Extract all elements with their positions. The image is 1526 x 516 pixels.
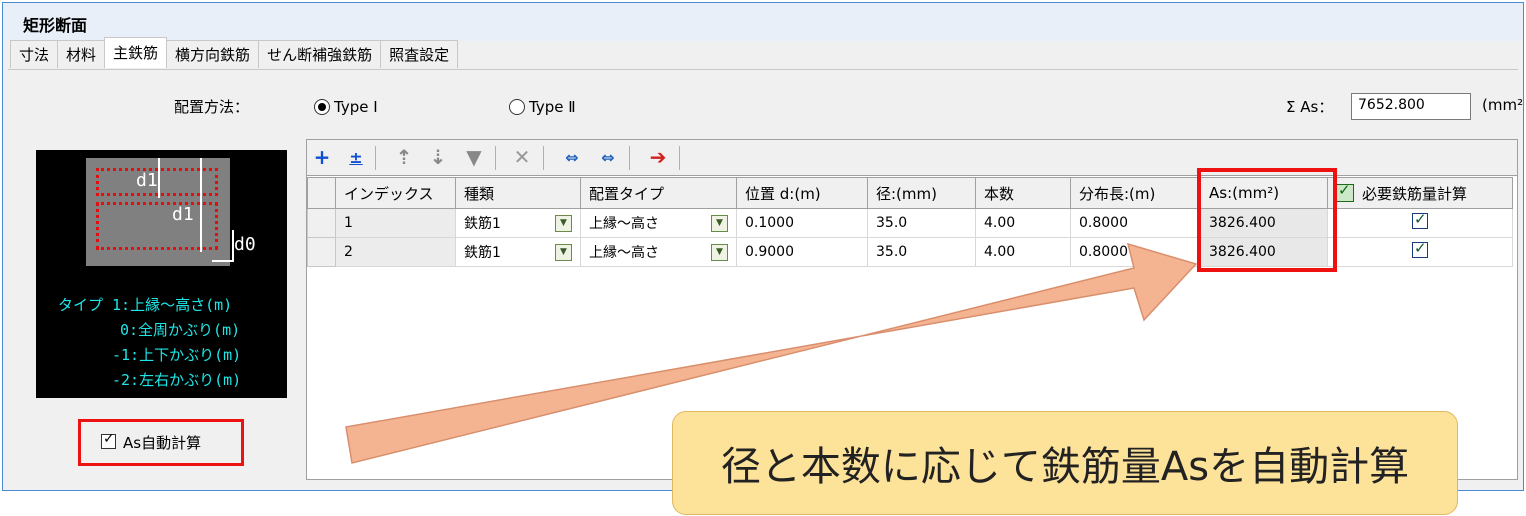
callout-text: 径と本数に応じて鉄筋量Asを自動計算	[720, 444, 1410, 490]
tab-main-rebar[interactable]: 主鉄筋	[104, 37, 168, 68]
annotation-callout: 径と本数に応じて鉄筋量Asを自動計算	[672, 411, 1458, 515]
